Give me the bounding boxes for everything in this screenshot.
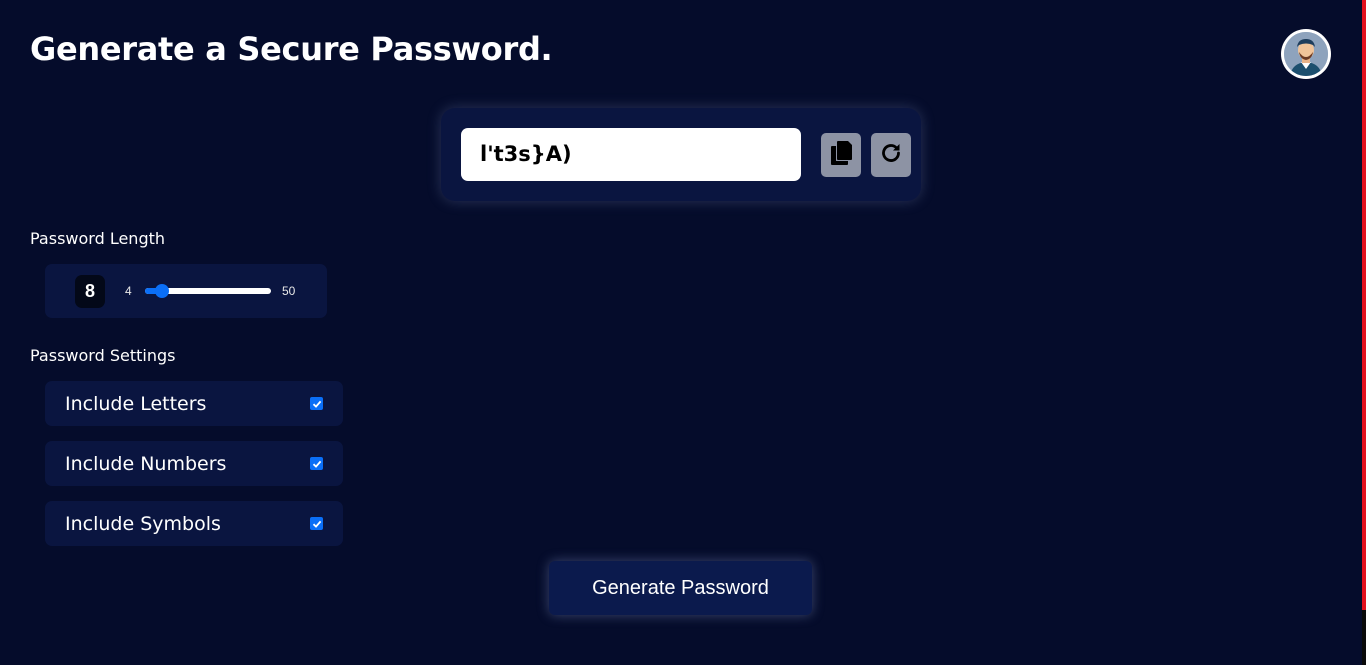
length-slider[interactable] <box>145 284 271 298</box>
setting-label: Include Numbers <box>65 453 227 475</box>
setting-label: Include Letters <box>65 393 207 415</box>
regenerate-button[interactable] <box>871 133 911 177</box>
page-title: Generate a Secure Password. <box>30 30 553 68</box>
password-display-card: l't3s}A) <box>441 108 921 201</box>
setting-include-symbols[interactable]: Include Symbols <box>45 501 343 546</box>
letters-checkbox[interactable] <box>310 397 323 410</box>
symbols-checkbox[interactable] <box>310 517 323 530</box>
password-settings-label: Password Settings <box>30 346 176 365</box>
refresh-icon <box>879 141 903 170</box>
password-generator-page: Generate a Secure Password. l't3s}A) Pas… <box>0 0 1366 665</box>
avatar-icon <box>1284 32 1328 76</box>
password-length-label: Password Length <box>30 229 166 248</box>
setting-include-letters[interactable]: Include Letters <box>45 381 343 426</box>
numbers-checkbox[interactable] <box>310 457 323 470</box>
length-value-display: 8 <box>75 275 105 308</box>
copy-button[interactable] <box>821 133 861 177</box>
range-max-label: 50 <box>282 284 296 298</box>
slider-thumb[interactable] <box>154 284 169 298</box>
scrollbar-edge <box>1362 0 1366 610</box>
user-avatar[interactable] <box>1281 29 1331 79</box>
setting-include-numbers[interactable]: Include Numbers <box>45 441 343 486</box>
range-min-label: 4 <box>125 284 132 298</box>
copy-icon <box>829 140 853 171</box>
generate-password-button[interactable]: Generate Password <box>549 561 812 615</box>
setting-label: Include Symbols <box>65 513 221 535</box>
password-output[interactable]: l't3s}A) <box>461 128 801 181</box>
password-length-card: 8 4 50 <box>45 264 327 318</box>
scrollbar-corner <box>1362 610 1366 665</box>
